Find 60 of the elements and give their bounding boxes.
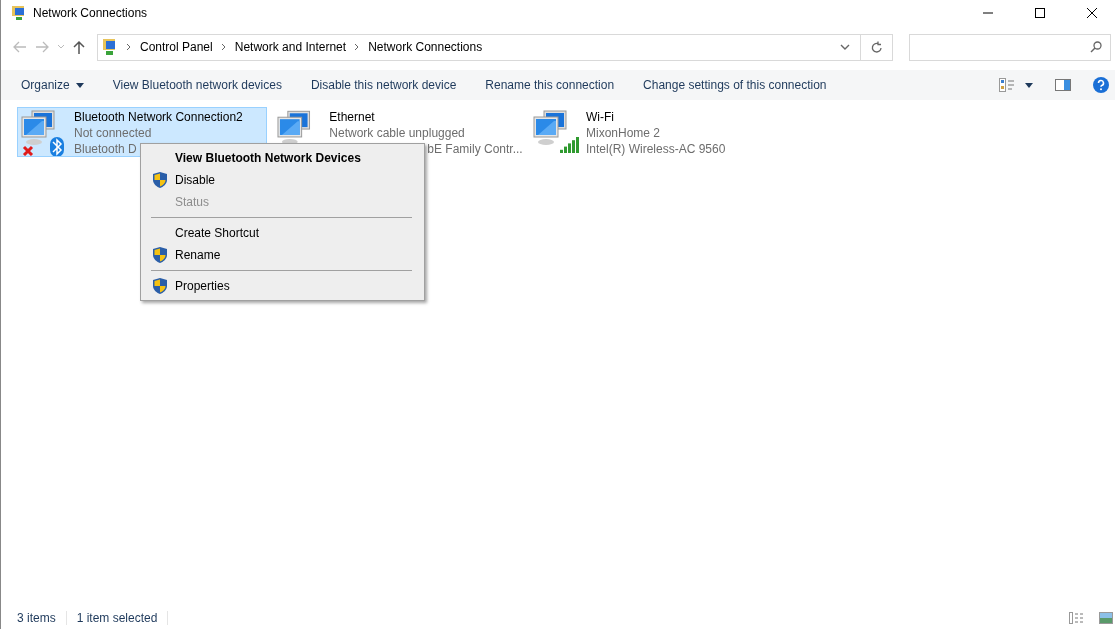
large-icons-button[interactable]: [1097, 610, 1115, 626]
chevron-down-icon: [840, 44, 850, 50]
search-field[interactable]: [909, 33, 1111, 61]
back-arrow-icon: [13, 41, 27, 53]
computer-signal-icon: [532, 109, 580, 156]
menu-item[interactable]: Create Shortcut: [143, 222, 422, 244]
toolbar-command[interactable]: Rename this connection: [475, 70, 625, 100]
connection-status: Network cable unplugged: [329, 125, 465, 141]
breadcrumb[interactable]: Control Panel: [140, 40, 213, 54]
connection-name: Wi-Fi: [586, 109, 615, 125]
dropdown-button[interactable]: [838, 42, 852, 52]
refresh-icon: [870, 40, 883, 54]
chevron-down-icon: [57, 44, 65, 50]
preview-pane-icon: [1055, 79, 1071, 91]
forward-arrow-icon: [35, 41, 49, 53]
menu-item[interactable]: Disable: [143, 169, 422, 191]
network-folder-icon: [102, 38, 118, 56]
toolbar-command[interactable]: View Bluetooth network devices: [102, 70, 292, 100]
caret-icon: [1025, 82, 1033, 88]
menu-item[interactable]: Rename: [143, 244, 422, 266]
forward-button[interactable]: [33, 39, 51, 55]
toolbar-command[interactable]: Disable this network device: [300, 70, 467, 100]
window-title: Network Connections: [33, 6, 149, 20]
connection-status: Not connected: [74, 125, 152, 141]
shield-icon: [153, 247, 167, 263]
address-bar[interactable]: Control Panel Network and Internet Network Connections: [97, 33, 893, 61]
chevron-icon: [126, 43, 132, 51]
item-count: 3 items: [17, 611, 67, 625]
selection-count: 1 item selected: [76, 611, 169, 625]
connection-device: Intel(R) Wireless-AC 9560: [586, 141, 726, 156]
preview-pane-button[interactable]: [1053, 77, 1073, 93]
large-icons-view-icon: [1099, 612, 1113, 624]
caret-icon: [75, 82, 84, 88]
help-button[interactable]: [1091, 75, 1111, 95]
close-icon: [1086, 7, 1098, 19]
up-button[interactable]: [71, 38, 87, 56]
connection-name: Ethernet: [329, 109, 376, 125]
organize-menu[interactable]: Organize: [11, 70, 94, 100]
shield-icon: [153, 172, 167, 188]
connection-name: Bluetooth Network Connection2: [74, 109, 243, 125]
connection-item[interactable]: Wi-Fi MixonHome 2 Intel(R) Wireless-AC 9560: [529, 107, 779, 157]
network-folder-icon: [11, 5, 27, 21]
details-view-icon: [1069, 612, 1085, 624]
view-options-button[interactable]: [997, 76, 1035, 94]
chevron-icon: [220, 43, 227, 51]
details-view-icon: [999, 78, 1015, 92]
breadcrumb[interactable]: Network Connections: [368, 40, 483, 54]
back-button[interactable]: [11, 39, 29, 55]
chevron-icon: [354, 43, 361, 51]
up-arrow-icon: [73, 40, 85, 54]
maximize-icon: [1034, 7, 1046, 19]
breadcrumb[interactable]: Network and Internet: [234, 40, 347, 54]
connection-device: bE Family Contr...: [427, 141, 522, 156]
search-icon: [1090, 41, 1102, 53]
toolbar-command[interactable]: Change settings of this connection: [633, 70, 837, 100]
connection-status: MixonHome 2: [586, 125, 661, 141]
help-icon: [1093, 77, 1109, 93]
menu-item[interactable]: Properties: [143, 275, 422, 297]
connection-device: Bluetooth D: [74, 141, 137, 156]
shield-icon: [153, 278, 167, 294]
